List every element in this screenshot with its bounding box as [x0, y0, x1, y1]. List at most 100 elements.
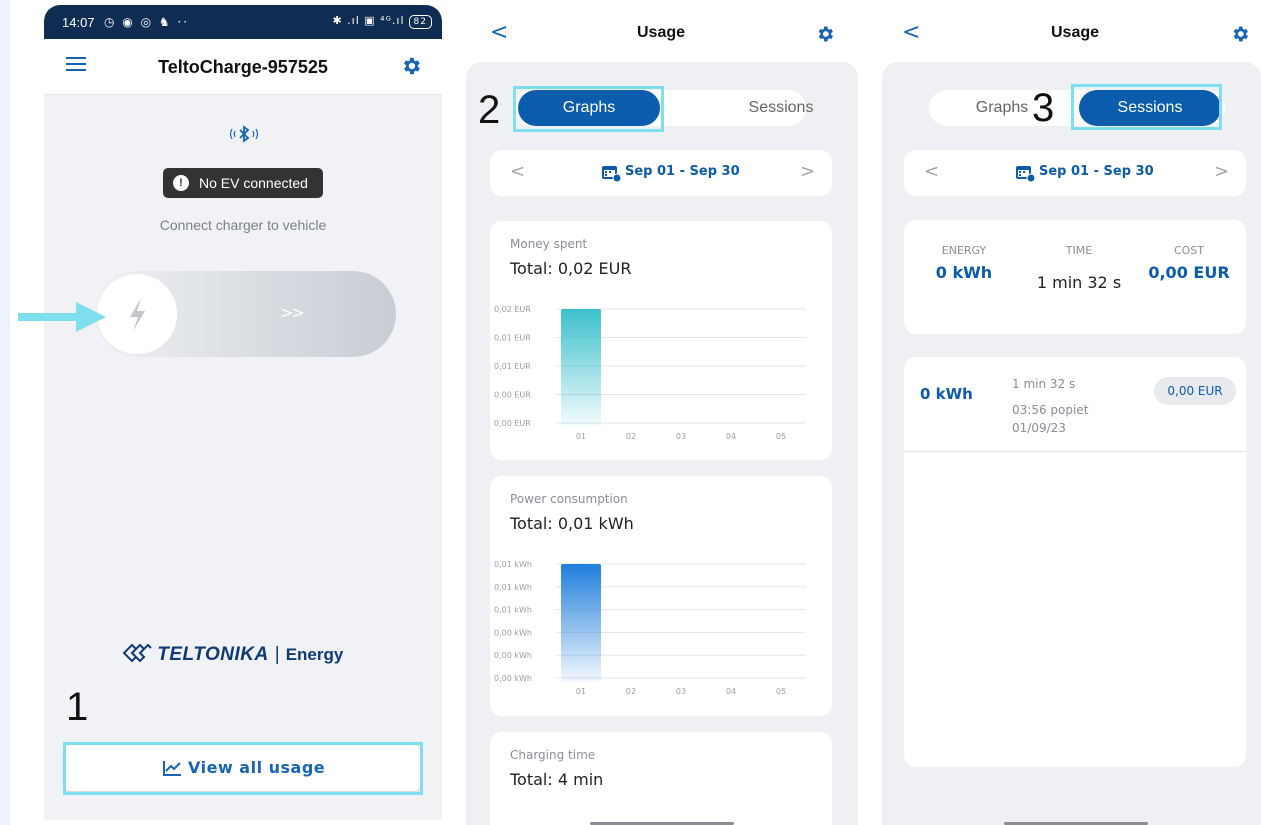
lightning-icon — [130, 298, 145, 331]
date-range-label[interactable]: Sep 01 - Sep 30 — [1039, 164, 1154, 179]
usage-header: < Usage — [466, 16, 858, 56]
list-item[interactable]: 0 kWh 1 min 32 s 03:56 popiet 01/09/23 0… — [904, 357, 1246, 452]
page-title: Usage — [637, 24, 686, 41]
system-icons: ✱ .ıl ▣ ⁴ᴳ.ıl 82 — [332, 14, 432, 29]
prev-period-button[interactable]: < — [924, 161, 939, 182]
back-button[interactable]: < — [902, 20, 920, 45]
time-stat: TIME 1 min 32 s — [1024, 244, 1134, 292]
status-bar: 14:07 ◷ ◉ ◎ ♞ ·· ✱ .ıl ▣ ⁴ᴳ.ıl 82 — [44, 5, 442, 39]
app-header: TeltoCharge-957525 — [44, 39, 442, 95]
calendar-icon — [602, 166, 621, 182]
next-period-button[interactable]: > — [800, 161, 815, 182]
step-annotation-1: 1 — [66, 685, 89, 729]
device-title: TeltoCharge-957525 — [158, 57, 328, 77]
x-tick-label: 05 — [776, 687, 786, 696]
chart-bar — [561, 309, 601, 427]
time-value: 1 min 32 s — [1036, 273, 1122, 292]
x-tick-label: 02 — [626, 687, 636, 696]
x-tick-label: 02 — [626, 432, 636, 441]
charging-time-card: Charging time Total: 4 min — [490, 732, 832, 825]
cost-label: COST — [1173, 244, 1205, 257]
slider-knob[interactable] — [97, 274, 177, 354]
logo-brand: TELTONIKA — [157, 644, 269, 665]
y-tick-label: 0,00 EUR — [494, 391, 531, 400]
cost-stat: COST 0,00 EUR — [1136, 244, 1242, 282]
money-spent-chart: 0,02 EUR 0,01 EUR 0,01 EUR 0,00 EUR 0,00 EUR… — [494, 305, 806, 441]
session-cost-badge: 0,00 EUR — [1154, 377, 1236, 405]
connect-hint: Connect charger to vehicle — [159, 217, 327, 233]
x-tick-label: 05 — [776, 432, 786, 441]
step-annotation-2: 2 — [478, 88, 501, 132]
calendar-icon — [1016, 166, 1035, 182]
energy-label: ENERGY — [941, 244, 987, 257]
status-badge-label: No EV connected — [199, 175, 308, 191]
session-date: 01/09/23 — [1012, 421, 1066, 435]
tab-sessions[interactable]: Sessions — [710, 90, 852, 126]
prev-period-button[interactable]: < — [510, 161, 525, 182]
y-tick-label: 0,00 kWh — [494, 628, 532, 637]
battery-icon: 82 — [408, 15, 432, 29]
power-consumption-card: Power consumption Total: 0,01 kWh 0,01 k… — [490, 476, 832, 716]
phone-screen-usage-sessions: < Usage Graphs Sessions 3 < Sep 01 - Sep… — [880, 16, 1261, 825]
signal-icons: ✱ .ıl ▣ ⁴ᴳ.ıl — [332, 14, 405, 27]
energy-stat: ENERGY 0 kWh — [924, 244, 1004, 282]
date-range-selector: < Sep 01 - Sep 30 > — [490, 150, 832, 196]
y-tick-label: 0,01 kWh — [494, 560, 532, 569]
info-icon: ! — [173, 175, 189, 191]
x-tick-label: 04 — [726, 432, 736, 441]
card-title: Charging time — [510, 748, 596, 762]
date-range-selector: < Sep 01 - Sep 30 > — [904, 150, 1246, 196]
gear-icon[interactable] — [400, 55, 422, 77]
page-title: Usage — [1051, 24, 1100, 41]
date-range-label[interactable]: Sep 01 - Sep 30 — [625, 164, 740, 179]
y-tick-label: 0,01 kWh — [494, 606, 532, 615]
y-tick-label: 0,01 EUR — [494, 362, 531, 371]
highlight-graphs-tab — [513, 86, 664, 132]
x-tick-label: 01 — [576, 432, 586, 441]
y-tick-label: 0,00 EUR — [494, 419, 531, 428]
status-badge: ! No EV connected — [163, 168, 323, 198]
session-duration: 1 min 32 s — [1012, 377, 1076, 391]
cost-value: 0,00 EUR — [1148, 263, 1230, 282]
energy-value: 0 kWh — [935, 263, 993, 282]
highlight-sessions-tab — [1071, 84, 1222, 130]
logo-product: Energy — [285, 645, 344, 664]
next-period-button[interactable]: > — [1214, 161, 1229, 182]
sessions-list: 0 kWh 1 min 32 s 03:56 popiet 01/09/23 0… — [904, 357, 1246, 767]
start-charging-slider[interactable]: >> — [94, 271, 396, 357]
summary-card: ENERGY 0 kWh TIME 1 min 32 s COST 0,00 E… — [904, 220, 1246, 334]
highlight-view-all-usage — [63, 742, 423, 795]
x-tick-label: 04 — [726, 687, 736, 696]
phone-screen-home: 14:07 ◷ ◉ ◎ ♞ ·· ✱ .ıl ▣ ⁴ᴳ.ıl 82 TeltoCh… — [44, 5, 442, 820]
usage-panel: Graphs Sessions 3 < Sep 01 - Sep 30 > EN… — [882, 62, 1261, 825]
bluetooth-signal-icon — [216, 123, 272, 149]
step-annotation-3: 3 — [1032, 86, 1055, 130]
phone-screen-usage-graphs: < Usage 2 Graphs Sessions < Sep 01 - Sep… — [466, 16, 858, 825]
page-edge-strip — [0, 0, 10, 825]
money-spent-card: Money spent Total: 0,02 EUR 0,02 EUR 0,01… — [490, 221, 832, 460]
x-tick-label: 01 — [576, 687, 586, 696]
y-tick-label: 0,00 kWh — [494, 651, 532, 660]
teltonika-energy-logo: TELTONIKA | Energy — [122, 643, 343, 666]
usage-header: < Usage — [880, 16, 1261, 56]
y-tick-label: 0,01 kWh — [494, 583, 532, 592]
arrow-right-icon — [18, 302, 106, 332]
x-tick-label: 03 — [676, 687, 686, 696]
y-tick-label: 0,02 EUR — [494, 305, 531, 314]
session-time: 03:56 popiet — [1012, 403, 1089, 417]
notification-icons: ◷ ◉ ◎ ♞ ·· — [104, 15, 190, 29]
card-total: Total: 4 min — [510, 770, 604, 789]
time-label: TIME — [1065, 244, 1093, 257]
power-consumption-chart: 0,01 kWh 0,01 kWh 0,01 kWh 0,00 kWh 0,00 kWh… — [494, 560, 806, 696]
back-button[interactable]: < — [490, 20, 508, 45]
gear-icon[interactable] — [815, 24, 835, 44]
x-tick-label: 03 — [676, 432, 686, 441]
chevrons-icon: >> — [280, 303, 305, 322]
logo-separator: | — [274, 644, 280, 665]
chart-bar — [561, 564, 601, 682]
y-tick-label: 0,01 EUR — [494, 334, 531, 343]
y-tick-label: 0,00 kWh — [494, 674, 532, 683]
gear-icon[interactable] — [1230, 24, 1250, 44]
usage-panel: 2 Graphs Sessions < Sep 01 - Sep 30 > Mo… — [466, 62, 858, 825]
session-energy: 0 kWh — [920, 385, 973, 403]
